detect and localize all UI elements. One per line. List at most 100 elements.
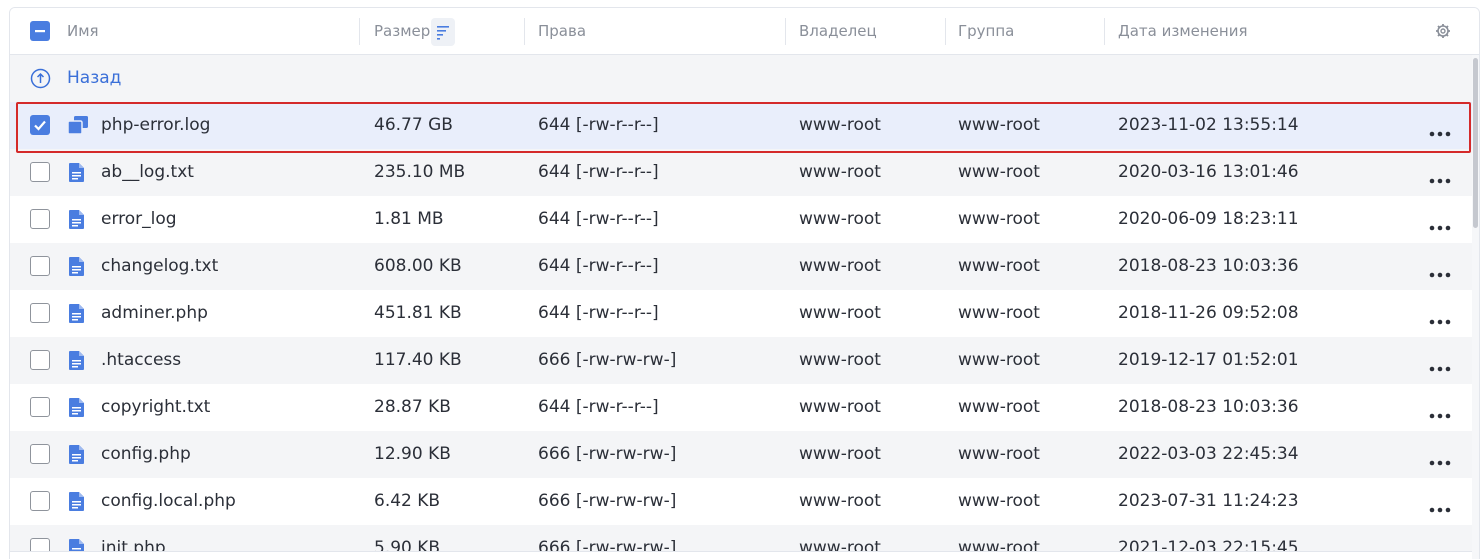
back-row[interactable]: Назад	[10, 55, 1472, 102]
row-actions-button[interactable]	[1428, 310, 1452, 325]
more-horizontal-icon	[1429, 460, 1451, 466]
file-name[interactable]: adminer.php	[101, 290, 208, 337]
table-row[interactable]: error_log 1.81 MB 644 [-rw-r--r--] www-root…	[10, 196, 1472, 243]
row-checkbox[interactable]	[30, 209, 50, 229]
row-checkbox[interactable]	[30, 397, 50, 417]
file-name[interactable]: .htaccess	[101, 337, 181, 384]
file-size: 451.81 KB	[374, 303, 462, 323]
column-header-group[interactable]: Группа	[958, 8, 1014, 55]
row-checkbox[interactable]	[30, 115, 50, 135]
column-divider[interactable]	[1104, 18, 1105, 45]
file-modified-date: 2023-11-02 13:55:14	[1118, 115, 1299, 135]
file-permissions: 644 [-rw-r--r--]	[538, 303, 659, 323]
file-modified-date: 2018-08-23 10:03:36	[1118, 397, 1299, 417]
row-actions-button[interactable]	[1428, 169, 1452, 184]
file-group: www-root	[958, 397, 1040, 417]
file-group: www-root	[958, 162, 1040, 182]
column-header-modified[interactable]: Дата изменения	[1118, 8, 1248, 55]
file-name[interactable]: changelog.txt	[101, 243, 218, 290]
row-checkbox[interactable]	[30, 491, 50, 511]
column-divider[interactable]	[524, 18, 525, 45]
document-icon	[67, 303, 87, 324]
file-size: 46.77 GB	[374, 115, 453, 135]
file-permissions: 644 [-rw-r--r--]	[538, 162, 659, 182]
file-group: www-root	[958, 491, 1040, 511]
column-header-permissions[interactable]: Права	[538, 8, 586, 55]
file-name[interactable]: config.php	[101, 431, 191, 478]
file-owner: www-root	[799, 444, 881, 464]
file-permissions: 666 [-rw-rw-rw-]	[538, 444, 677, 464]
column-settings-button[interactable]	[1435, 23, 1451, 39]
file-owner: www-root	[799, 350, 881, 370]
document-icon	[67, 162, 87, 183]
row-checkbox[interactable]	[30, 350, 50, 370]
table-row[interactable]: adminer.php 451.81 KB 644 [-rw-r--r--] www-…	[10, 290, 1472, 337]
row-checkbox[interactable]	[30, 303, 50, 323]
row-actions-button[interactable]	[1428, 216, 1452, 231]
file-size: 235.10 MB	[374, 162, 466, 182]
column-divider[interactable]	[945, 18, 946, 45]
file-modified-date: 2019-12-17 01:52:01	[1118, 350, 1299, 370]
column-header-name[interactable]: Имя	[67, 8, 99, 55]
document-icon	[67, 444, 87, 465]
file-name[interactable]: error_log	[101, 196, 177, 243]
file-group: www-root	[958, 209, 1040, 229]
row-checkbox[interactable]	[30, 444, 50, 464]
row-actions-button[interactable]	[1428, 498, 1452, 513]
scrollbar-thumb[interactable]	[1473, 58, 1478, 228]
table-row[interactable]: config.local.php 6.42 KB 666 [-rw-rw-rw-] w…	[10, 478, 1472, 525]
table-row[interactable]: .htaccess 117.40 KB 666 [-rw-rw-rw-] www-ro…	[10, 337, 1472, 384]
column-header-size[interactable]: Размер	[374, 8, 430, 55]
file-group: www-root	[958, 350, 1040, 370]
row-actions-button[interactable]	[1428, 357, 1452, 372]
more-horizontal-icon	[1429, 131, 1451, 137]
checkmark-icon	[34, 120, 46, 131]
file-name[interactable]: copyright.txt	[101, 384, 210, 431]
file-stack-icon	[67, 115, 88, 136]
back-link[interactable]: Назад	[67, 55, 121, 102]
file-size: 12.90 KB	[374, 444, 451, 464]
row-checkbox[interactable]	[30, 162, 50, 182]
file-modified-date: 2018-11-26 09:52:08	[1118, 303, 1299, 323]
sort-descending-icon	[437, 26, 449, 40]
file-permissions: 644 [-rw-r--r--]	[538, 397, 659, 417]
file-owner: www-root	[799, 256, 881, 276]
row-checkbox[interactable]	[30, 256, 50, 276]
document-icon	[67, 209, 87, 230]
file-size: 28.87 KB	[374, 397, 451, 417]
column-divider[interactable]	[785, 18, 786, 45]
table-row[interactable]: php-error.log 46.77 GB 644 [-rw-r--r--] www…	[10, 102, 1472, 149]
document-icon	[67, 491, 87, 512]
table-row[interactable]: ab__log.txt 235.10 MB 644 [-rw-r--r--] www-…	[10, 149, 1472, 196]
back-arrow-icon	[30, 68, 51, 89]
more-horizontal-icon	[1429, 366, 1451, 372]
file-rows: php-error.log 46.77 GB 644 [-rw-r--r--] www…	[10, 102, 1472, 559]
file-owner: www-root	[799, 162, 881, 182]
row-actions-button[interactable]	[1428, 122, 1452, 137]
table-row[interactable]: config.php 12.90 KB 666 [-rw-rw-rw-] www-ro…	[10, 431, 1472, 478]
column-header-owner[interactable]: Владелец	[799, 8, 877, 55]
file-group: www-root	[958, 115, 1040, 135]
table-row[interactable]: copyright.txt 28.87 KB 644 [-rw-r--r--] www…	[10, 384, 1472, 431]
file-permissions: 666 [-rw-rw-rw-]	[538, 491, 677, 511]
sort-button[interactable]	[431, 18, 455, 46]
file-owner: www-root	[799, 209, 881, 229]
file-name[interactable]: config.local.php	[101, 478, 236, 525]
more-horizontal-icon	[1429, 413, 1451, 419]
file-name[interactable]: php-error.log	[101, 102, 210, 149]
row-actions-button[interactable]	[1428, 404, 1452, 419]
more-horizontal-icon	[1429, 178, 1451, 184]
column-divider[interactable]	[359, 18, 360, 45]
table-row[interactable]: changelog.txt 608.00 KB 644 [-rw-r--r--] ww…	[10, 243, 1472, 290]
row-actions-button[interactable]	[1428, 263, 1452, 278]
row-actions-button[interactable]	[1428, 451, 1452, 466]
horizontal-scrollbar[interactable]	[10, 551, 1472, 559]
file-name[interactable]: ab__log.txt	[101, 149, 194, 196]
more-horizontal-icon	[1429, 507, 1451, 513]
file-group: www-root	[958, 444, 1040, 464]
select-all-checkbox[interactable]	[30, 21, 50, 41]
file-owner: www-root	[799, 303, 881, 323]
file-permissions: 644 [-rw-r--r--]	[538, 209, 659, 229]
file-permissions: 666 [-rw-rw-rw-]	[538, 350, 677, 370]
file-size: 1.81 MB	[374, 209, 444, 229]
